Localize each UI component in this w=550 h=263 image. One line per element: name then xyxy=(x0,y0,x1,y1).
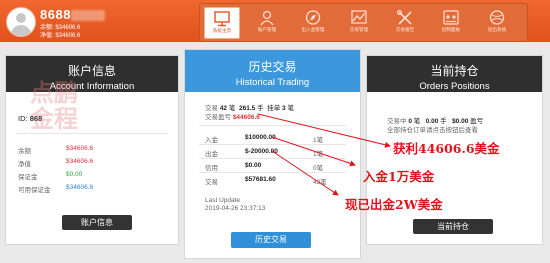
arrow-deposit xyxy=(271,136,356,167)
arrow-withdraw xyxy=(271,150,339,196)
annotation-withdraw: 现已出金2W美金 xyxy=(345,197,443,212)
arrow-profit xyxy=(257,113,391,148)
annotation-profit: 获利44606.6美金 xyxy=(393,141,500,156)
annotation-arrows xyxy=(257,113,391,196)
annotation-deposit: 入金1万美金 xyxy=(363,169,435,184)
